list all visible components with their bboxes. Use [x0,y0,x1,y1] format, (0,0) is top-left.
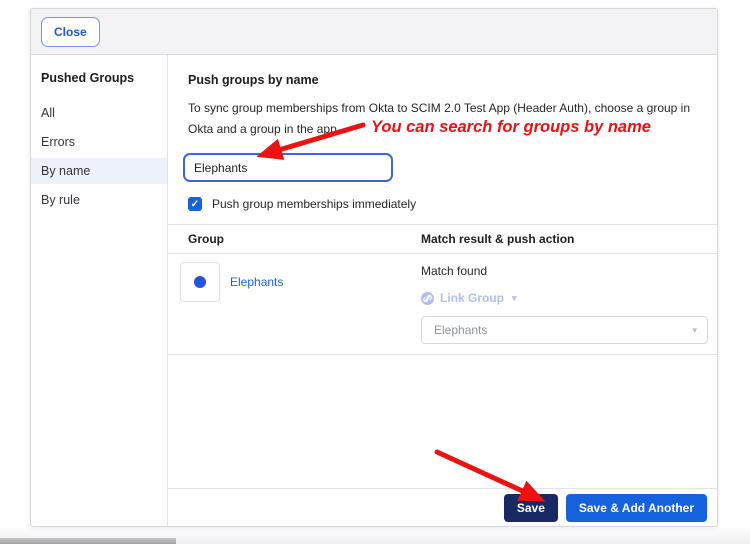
checkmark-icon: ✓ [190,198,200,210]
pushed-groups-sidebar: Pushed Groups All Errors By name By rule [31,55,168,526]
link-icon [421,291,434,305]
sidebar-item-by-name[interactable]: By name [31,158,167,184]
push-action-dropdown[interactable]: Link Group ▾ [421,291,517,305]
okta-group-logo [180,262,220,302]
okta-ring-icon [194,276,206,288]
column-header-group: Group [188,232,224,246]
push-immediately-checkbox[interactable]: ✓ [188,197,202,211]
chevron-down-icon: ▾ [512,292,517,303]
save-button[interactable]: Save [503,493,558,522]
group-search-input[interactable] [183,153,393,182]
background-scroll-strip [0,538,176,544]
app-group-select[interactable]: Elephants ▾ [421,316,708,344]
sidebar-title: Pushed Groups [41,71,135,85]
push-action-label: Link Group [440,291,504,305]
group-cell: Elephants [180,262,421,344]
table-header: Group Match result & push action [168,224,717,254]
match-status-text: Match found [421,264,488,278]
sidebar-item-by-rule[interactable]: By rule [31,187,167,213]
sidebar-item-errors[interactable]: Errors [31,129,167,155]
push-immediately-row: ✓ Push group memberships immediately [188,197,717,211]
sidebar-item-all[interactable]: All [31,100,167,126]
app-group-selected-value: Elephants [434,323,488,337]
push-immediately-label: Push group memberships immediately [212,197,417,211]
select-chevron-down-icon: ▾ [692,324,697,335]
modal-footer: Save Save & Add Another [168,488,717,526]
page-title: Push groups by name [188,73,319,87]
save-add-another-button[interactable]: Save & Add Another [565,493,707,522]
table-row: Elephants Match found Link Group ▾ Eleph… [168,254,717,355]
push-groups-modal: Close Pushed Groups All Errors By name B… [30,8,718,527]
match-table: Group Match result & push action Elephan… [168,224,717,355]
close-button[interactable]: Close [41,16,100,47]
empty-space [168,355,717,488]
annotation-search-note: You can search for groups by name [371,118,651,136]
match-result-cell: Match found Link Group ▾ Elephants ▾ [421,262,708,344]
modal-header: Close [31,9,717,55]
group-name-link[interactable]: Elephants [230,275,283,289]
column-header-match-result: Match result & push action [421,232,575,246]
